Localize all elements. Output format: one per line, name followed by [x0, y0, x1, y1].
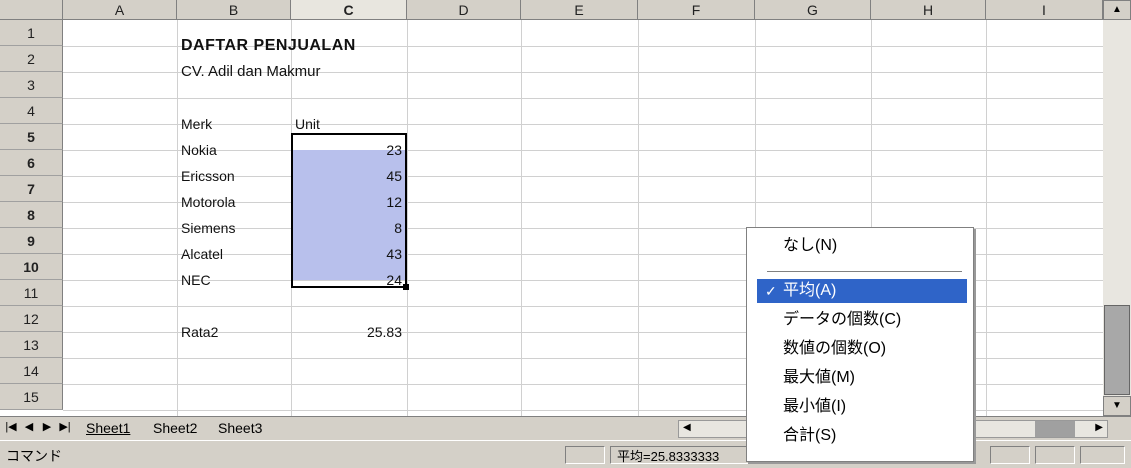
prev-sheet-icon[interactable]: ◀ — [20, 420, 38, 433]
cell-b7[interactable]: Motorola — [177, 189, 239, 215]
vertical-scroll-thumb[interactable] — [1104, 305, 1130, 395]
cell-b12[interactable]: Rata2 — [177, 319, 222, 345]
status-panel — [990, 446, 1030, 464]
row-header-1[interactable]: 1 — [0, 20, 63, 46]
menu-item-min[interactable]: 最小値(I) — [757, 395, 967, 419]
select-all-corner[interactable] — [0, 0, 63, 20]
selection-border — [291, 133, 407, 288]
cell-b4[interactable]: Merk — [177, 111, 216, 137]
status-summary: 平均=25.8333333 — [617, 449, 720, 464]
row-header-14[interactable]: 14 — [0, 358, 63, 384]
cell-b6[interactable]: Ericsson — [177, 163, 239, 189]
cell-b9[interactable]: Alcatel — [177, 241, 227, 267]
scroll-down-icon[interactable]: ▼ — [1103, 396, 1131, 416]
row-header-4[interactable]: 4 — [0, 98, 63, 124]
checkmark-icon: ✓ — [765, 283, 777, 299]
cell-b1[interactable]: DAFTAR PENJUALAN — [177, 33, 360, 59]
autocalculate-context-menu: なし(N) ✓ 平均(A) データの個数(C) 数値の個数(O) 最大値(M) … — [746, 227, 974, 462]
cell-c12[interactable]: 25.83 — [291, 319, 406, 345]
column-header-c[interactable]: C — [291, 0, 407, 20]
status-panel — [1080, 446, 1125, 464]
status-panel — [1035, 446, 1075, 464]
column-header-h[interactable]: H — [871, 0, 986, 20]
fill-handle[interactable] — [403, 284, 409, 290]
tab-sheet3[interactable]: Sheet3 — [218, 419, 262, 437]
menu-item-count-numbers[interactable]: 数値の個数(O) — [757, 337, 967, 361]
tab-sheet2[interactable]: Sheet2 — [153, 419, 197, 437]
status-mode: コマンド — [6, 448, 62, 464]
scroll-left-icon[interactable]: ◀ — [683, 422, 691, 433]
horizontal-scroll-thumb[interactable] — [1035, 421, 1075, 437]
column-header-g[interactable]: G — [755, 0, 871, 20]
row-header-10[interactable]: 10 — [0, 254, 63, 280]
row-header-2[interactable]: 2 — [0, 46, 63, 72]
row-header-15[interactable]: 15 — [0, 384, 63, 410]
menu-item-sum[interactable]: 合計(S) — [757, 424, 967, 448]
column-header-i[interactable]: I — [986, 0, 1103, 20]
column-header-d[interactable]: D — [407, 0, 521, 20]
column-header-b[interactable]: B — [177, 0, 291, 20]
menu-separator — [767, 271, 962, 273]
column-header-a[interactable]: A — [63, 0, 177, 20]
row-header-11[interactable]: 11 — [0, 280, 63, 306]
row-header-3[interactable]: 3 — [0, 72, 63, 98]
scroll-right-icon[interactable]: ▶ — [1095, 422, 1103, 433]
last-sheet-icon[interactable]: ▶| — [56, 420, 74, 433]
row-header-6[interactable]: 6 — [0, 150, 63, 176]
first-sheet-icon[interactable]: |◀ — [2, 420, 20, 433]
menu-item-max[interactable]: 最大値(M) — [757, 366, 967, 390]
next-sheet-icon[interactable]: ▶ — [38, 420, 56, 433]
row-header-8[interactable]: 8 — [0, 202, 63, 228]
menu-item-average-label: 平均(A) — [783, 282, 837, 299]
row-header-7[interactable]: 7 — [0, 176, 63, 202]
cell-b2[interactable]: CV. Adil dan Makmur — [177, 59, 325, 85]
status-panel — [565, 446, 605, 464]
row-header-13[interactable]: 13 — [0, 332, 63, 358]
menu-item-count[interactable]: データの個数(C) — [757, 308, 967, 332]
menu-item-average[interactable]: ✓ 平均(A) — [757, 279, 967, 303]
row-header-12[interactable]: 12 — [0, 306, 63, 332]
column-header-e[interactable]: E — [521, 0, 638, 20]
menu-item-none[interactable]: なし(N) — [757, 234, 967, 258]
column-header-f[interactable]: F — [638, 0, 755, 20]
scroll-up-icon[interactable]: ▲ — [1103, 0, 1131, 20]
row-header-5[interactable]: 5 — [0, 124, 63, 150]
cell-b5[interactable]: Nokia — [177, 137, 221, 163]
row-header-9[interactable]: 9 — [0, 228, 63, 254]
tab-sheet1[interactable]: Sheet1 — [86, 419, 130, 437]
cell-b10[interactable]: NEC — [177, 267, 215, 293]
cell-b8[interactable]: Siemens — [177, 215, 239, 241]
